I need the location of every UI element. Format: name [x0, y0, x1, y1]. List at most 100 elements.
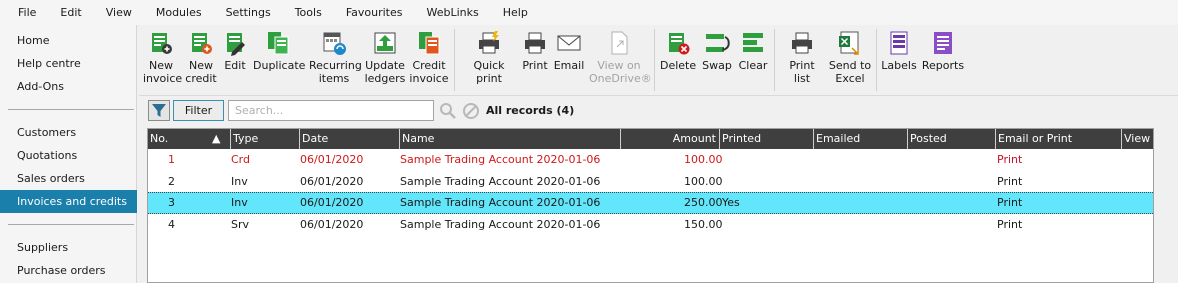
- filter-button[interactable]: Filter: [173, 100, 224, 121]
- sidebar-item-help-centre[interactable]: Help centre: [0, 52, 137, 75]
- credit-invoice-button[interactable]: Credit invoice: [409, 30, 449, 85]
- toolbar-separator: [774, 29, 775, 91]
- cell-type: Srv: [231, 218, 250, 231]
- column-header-printed[interactable]: Printed: [719, 129, 813, 149]
- sidebar: Home Help centre Add-Ons Customers Quota…: [0, 25, 137, 283]
- sidebar-item-quotations[interactable]: Quotations: [0, 144, 137, 167]
- sidebar-item-purchase-orders[interactable]: Purchase orders: [0, 259, 137, 282]
- menu-view[interactable]: View: [94, 0, 144, 25]
- quick-print-label: Quick print: [473, 59, 505, 85]
- cell-email-or-print: Print: [997, 196, 1023, 209]
- column-header-no[interactable]: No. ▲: [148, 129, 230, 149]
- column-header-posted[interactable]: Posted: [907, 129, 995, 149]
- reports-icon: [934, 32, 952, 54]
- clear-button[interactable]: Clear: [737, 30, 769, 72]
- sidebar-item-add-ons[interactable]: Add-Ons: [0, 75, 137, 98]
- excel-icon: [839, 31, 859, 55]
- toolbar: New invoice New credit Edit Duplicate Re…: [139, 25, 1178, 96]
- recurring-items-icon: [323, 32, 346, 55]
- cell-email-or-print: Print: [997, 218, 1023, 231]
- toolbar-separator: [876, 29, 877, 91]
- cell-date: 06/01/2020: [300, 196, 364, 209]
- sidebar-item-invoices-and-credits[interactable]: Invoices and credits: [0, 190, 137, 213]
- update-ledgers-button[interactable]: Update ledgers: [363, 30, 407, 85]
- reports-button[interactable]: Reports: [921, 30, 965, 72]
- duplicate-label: Duplicate: [253, 59, 306, 72]
- delete-icon: [669, 33, 690, 55]
- table-row[interactable]: 4 Srv 06/01/2020 Sample Trading Account …: [148, 214, 1153, 236]
- send-to-excel-label: Send to Excel: [828, 59, 872, 85]
- swap-button[interactable]: Swap: [701, 30, 733, 72]
- column-header-emailed[interactable]: Emailed: [813, 129, 907, 149]
- cell-email-or-print: Print: [997, 153, 1023, 166]
- cell-name: Sample Trading Account 2020-01-06: [400, 218, 601, 231]
- column-header-type[interactable]: Type: [230, 129, 299, 149]
- credit-invoice-icon: [419, 32, 440, 55]
- cell-date: 06/01/2020: [300, 218, 364, 231]
- column-header-email-or-print[interactable]: Email or Print: [995, 129, 1121, 149]
- menu-modules[interactable]: Modules: [144, 0, 214, 25]
- send-to-excel-button[interactable]: Send to Excel: [828, 30, 872, 85]
- sidebar-divider: [8, 224, 134, 225]
- duplicate-button[interactable]: Duplicate: [253, 30, 306, 72]
- clear-search-icon[interactable]: [462, 102, 480, 120]
- new-invoice-icon: [152, 33, 172, 54]
- print-button[interactable]: Print: [521, 30, 549, 72]
- filter-toggle-button[interactable]: [148, 100, 170, 121]
- new-invoice-label: New invoice: [143, 59, 183, 85]
- column-header-amount[interactable]: Amount: [620, 129, 719, 149]
- quick-print-icon: [479, 31, 499, 54]
- labels-button[interactable]: Labels: [881, 30, 917, 72]
- envelope-icon: [557, 35, 581, 51]
- menu-help[interactable]: Help: [491, 0, 540, 25]
- vertical-scrollbar[interactable]: [1155, 128, 1178, 283]
- search-input[interactable]: [228, 100, 434, 121]
- menu-weblinks[interactable]: WebLinks: [414, 0, 490, 25]
- table-row-selected[interactable]: 3 Inv 06/01/2020 Sample Trading Account …: [148, 192, 1153, 214]
- view-on-onedrive-button[interactable]: View on OneDrive®: [589, 30, 652, 85]
- new-credit-label: New credit: [185, 59, 217, 85]
- menu-tools[interactable]: Tools: [283, 0, 334, 25]
- new-credit-icon: [192, 33, 212, 54]
- new-credit-button[interactable]: New credit: [183, 30, 219, 85]
- print-list-button[interactable]: Print list: [780, 30, 824, 85]
- quick-print-button[interactable]: Quick print: [461, 30, 517, 85]
- table-row[interactable]: 2 Inv 06/01/2020 Sample Trading Account …: [148, 171, 1153, 193]
- menu-edit[interactable]: Edit: [48, 0, 93, 25]
- clear-label: Clear: [738, 59, 768, 72]
- sidebar-item-sales-orders[interactable]: Sales orders: [0, 167, 137, 190]
- column-header-no-label: No.: [150, 132, 169, 145]
- reports-label: Reports: [921, 59, 965, 72]
- cell-type: Inv: [231, 196, 248, 209]
- search-icon[interactable]: [439, 102, 457, 120]
- column-header-name[interactable]: Name: [399, 129, 620, 149]
- table-row[interactable]: 1 Crd 06/01/2020 Sample Trading Account …: [148, 149, 1153, 171]
- cell-no: 2: [168, 175, 175, 188]
- email-button[interactable]: Email: [553, 30, 585, 72]
- email-label: Email: [553, 59, 585, 72]
- sidebar-item-home[interactable]: Home: [0, 29, 137, 52]
- menu-favourites[interactable]: Favourites: [334, 0, 415, 25]
- cell-amount: 100.00: [684, 153, 723, 166]
- menu-settings[interactable]: Settings: [214, 0, 283, 25]
- delete-button[interactable]: Delete: [660, 30, 696, 72]
- toolbar-separator: [454, 29, 455, 91]
- clear-list-icon: [743, 33, 763, 52]
- sidebar-item-customers[interactable]: Customers: [0, 121, 137, 144]
- new-invoice-button[interactable]: New invoice: [143, 30, 183, 85]
- edit-button[interactable]: Edit: [221, 30, 249, 72]
- column-header-date[interactable]: Date: [299, 129, 399, 149]
- sidebar-item-suppliers[interactable]: Suppliers: [0, 236, 137, 259]
- labels-label: Labels: [881, 59, 917, 72]
- column-header-view[interactable]: View: [1121, 129, 1153, 149]
- filter-bar: Filter All records (4): [139, 97, 1178, 125]
- update-ledgers-label: Update ledgers: [364, 59, 406, 85]
- printer-icon: [525, 32, 545, 54]
- duplicate-icon: [268, 32, 289, 55]
- invoices-grid: No. ▲ Type Date Name Amount Printed Emai…: [147, 128, 1154, 283]
- onedrive-document-icon: [611, 31, 628, 55]
- recurring-items-button[interactable]: Recurring items: [309, 30, 362, 85]
- swap-icon: [706, 34, 730, 52]
- menu-file[interactable]: File: [6, 0, 48, 25]
- print-list-label: Print list: [789, 59, 815, 85]
